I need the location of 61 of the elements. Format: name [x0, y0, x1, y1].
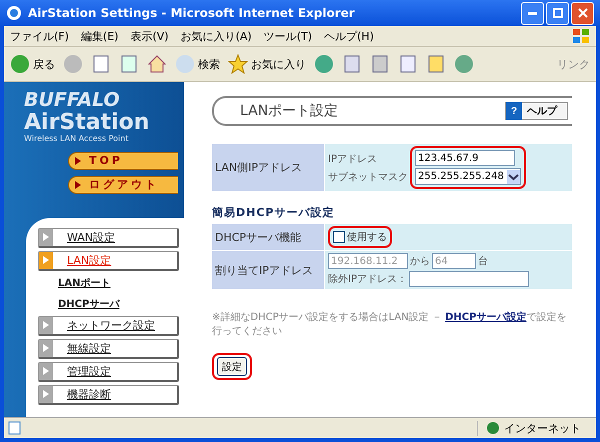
- arrow-icon: [43, 344, 49, 352]
- maximize-icon: [552, 8, 562, 18]
- brand-logo: BUFFALO: [24, 90, 121, 111]
- minimize-icon: [528, 12, 537, 14]
- subnet-mask-dropdown[interactable]: 255.255.255.248: [415, 168, 521, 185]
- window-title: AirStation Settings - Microsoft Internet Explorer: [28, 6, 355, 20]
- nav-item[interactable]: LAN設定: [38, 250, 179, 271]
- menu-item[interactable]: ファイル(F): [10, 28, 69, 44]
- note-text: ※詳細なDHCPサーバ設定をする場合はLAN設定 － DHCPサーバ設定で設定を行ってください: [212, 311, 568, 339]
- arrow-icon: [43, 256, 49, 264]
- arrow-icon: [43, 233, 49, 242]
- help-icon: ?: [506, 102, 522, 120]
- row-label: 割り当てIPアドレス: [212, 251, 324, 289]
- sub-nav-link[interactable]: LANポート: [58, 276, 184, 290]
- arrow-icon: [75, 156, 81, 165]
- home-icon[interactable]: [147, 54, 167, 74]
- product-tagline: Wireless LAN Access Point: [24, 135, 130, 144]
- range-label: から: [410, 255, 430, 268]
- ip-address-field[interactable]: 123.45.67.9: [415, 150, 515, 166]
- section-heading: 簡易DHCPサーバ設定: [212, 205, 336, 220]
- row-label: DHCPサーバ機能: [212, 224, 324, 250]
- unit-label: 台: [478, 254, 488, 268]
- exclude-ip-field[interactable]: [408, 271, 529, 287]
- windows-logo-icon: [572, 28, 590, 44]
- menu-item[interactable]: ツール(T): [264, 28, 312, 44]
- menu-item[interactable]: 編集(E): [80, 28, 118, 44]
- search-button[interactable]: 検索: [198, 56, 220, 72]
- help-button[interactable]: ? ヘルプ: [505, 102, 568, 120]
- row-label: LAN側IPアドレス: [212, 144, 324, 191]
- menu-item[interactable]: ヘルプ(H): [324, 28, 374, 44]
- menu-item[interactable]: 表示(V): [130, 28, 169, 44]
- menu-item[interactable]: お気に入り(A): [180, 28, 252, 44]
- nav-item[interactable]: 管理設定: [38, 362, 179, 382]
- nav-item[interactable]: ネットワーク設定: [38, 316, 179, 336]
- page-icon: [8, 421, 22, 435]
- arrow-icon: [75, 180, 81, 189]
- product-logo: AirStation: [24, 110, 150, 135]
- star-icon[interactable]: [228, 54, 248, 74]
- arrow-icon: [43, 390, 49, 398]
- close-button[interactable]: [571, 2, 594, 24]
- sub-nav-link[interactable]: DHCPサーバ: [58, 296, 184, 311]
- dhcp-settings-link[interactable]: DHCPサーバ設定: [445, 312, 526, 323]
- nav-item[interactable]: 機器診断: [38, 384, 179, 405]
- field-label: サブネットマスク: [328, 170, 408, 184]
- arrow-icon: [43, 321, 49, 330]
- minimize-button[interactable]: [521, 2, 544, 24]
- apply-button[interactable]: 設定: [217, 357, 247, 376]
- field-label: 除外IPアドレス：: [328, 273, 407, 286]
- top-nav-button[interactable]: TOP: [68, 152, 178, 170]
- nav-item[interactable]: WAN設定: [38, 228, 179, 248]
- top-nav-button[interactable]: ログアウト: [68, 176, 178, 194]
- close-icon: [578, 8, 588, 18]
- field-label: IPアドレス: [328, 152, 378, 166]
- favorites-button[interactable]: お気に入り: [251, 56, 306, 72]
- maximize-button[interactable]: [546, 2, 569, 24]
- page-title: LANポート設定: [240, 102, 338, 120]
- browser-icon: [6, 5, 22, 21]
- nav-item[interactable]: 無線設定: [38, 338, 179, 359]
- arrow-icon: [43, 367, 49, 376]
- back-button[interactable]: 戻る: [33, 56, 55, 72]
- zone-label: インターネット: [504, 420, 581, 436]
